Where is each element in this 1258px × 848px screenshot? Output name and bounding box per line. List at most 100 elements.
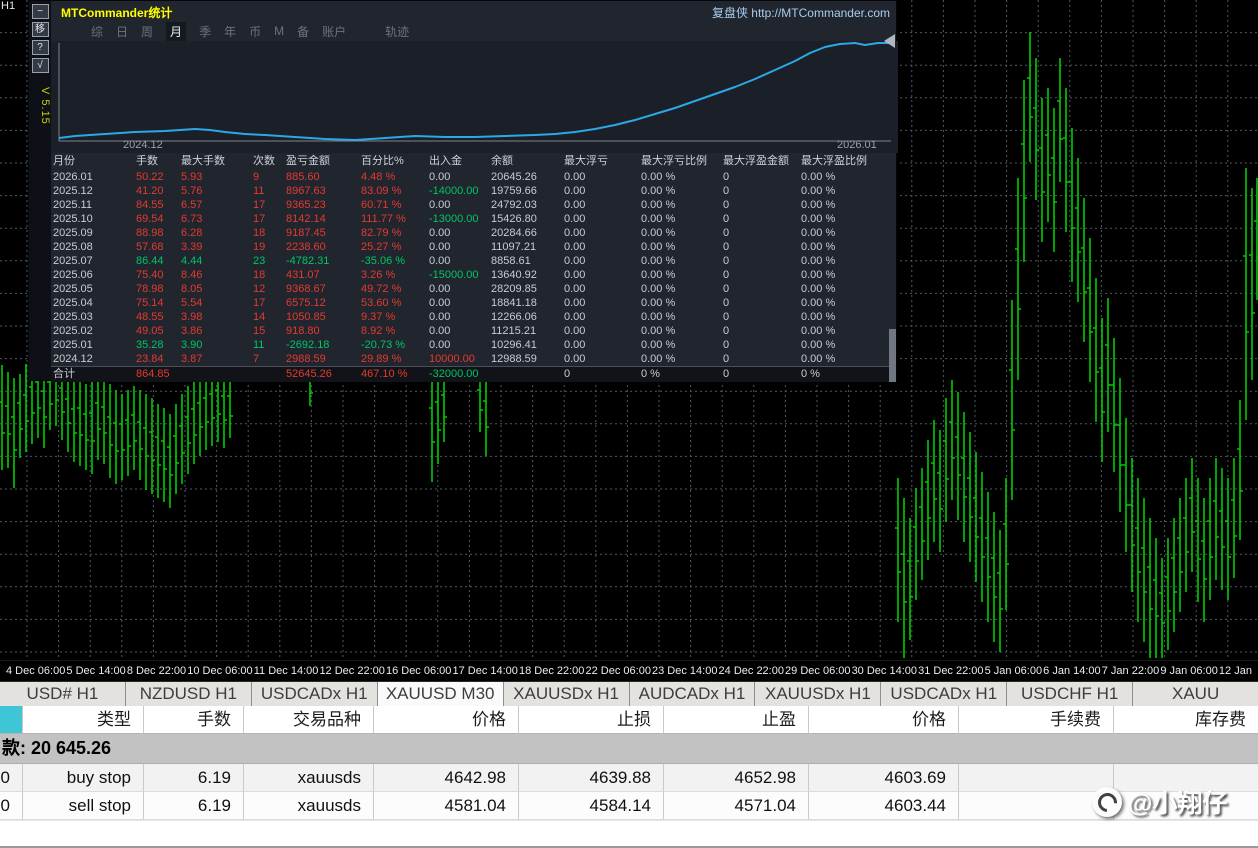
chart-tab-NZDUSD-H1[interactable]: NZDUSD H1 [125,682,251,706]
equity-curve-chart: 2024.12 2026.01 [51,41,898,153]
timeframe-label: H1 [1,0,15,12]
check-button[interactable]: √ [32,58,49,73]
stats-row-2025.08[interactable]: 2025.0857.683.39192238.6025.27 %0.001109… [51,240,896,254]
time-label: 24 Dec 22:00 [719,665,784,677]
time-label: 29 Dec 06:00 [785,665,850,677]
stats-row-2024.12[interactable]: 2024.1223.843.8772988.5929.89 %10000.001… [51,352,896,366]
mt4-screen: H1 − 移 ? √ V 5.15 MTCommander统计 复盘侠 http… [0,0,1258,848]
panel-titlebar: MTCommander统计 复盘侠 http://MTCommander.com [51,1,896,21]
orders-empty-area [0,820,1258,848]
menu-item-1[interactable]: 综 [91,23,103,40]
orders-col-header[interactable]: 手续费 [958,706,1113,734]
panel-button-strip: − 移 ? √ V 5.15 [29,1,51,380]
stats-row-2025.07[interactable]: 2025.0786.444.4423-4782.31-35.06 %0.0088… [51,254,896,268]
chart-tab-XAUUSD-M30[interactable]: XAUUSD M30 [377,682,503,706]
menu-item-8[interactable]: M [274,24,284,38]
time-label: 9 Jan 06:00 [1160,665,1218,677]
stats-header-row[interactable]: 月份手数最大手数次数盈亏金额百分比%出入金余额最大浮亏最大浮亏比例最大浮盈金额最… [51,153,896,170]
stats-row-2025.09[interactable]: 2025.0988.986.28189187.4582.79 %0.002028… [51,226,896,240]
panel-title: MTCommander统计 [61,4,172,21]
time-label: 12 Jan [1219,665,1252,677]
help-button[interactable]: ? [32,40,49,55]
balance-row: 款: 20 645.26 [0,734,1258,764]
time-label: 23 Dec 14:00 [652,665,717,677]
equity-curve-line [59,43,891,140]
chart-tab-USDCADx-H1[interactable]: USDCADx H1 [251,682,377,706]
watermark: @小翔仔 [1092,784,1227,820]
watermark-handle: @小翔仔 [1128,784,1227,820]
orders-header-row: 类型手数交易品种价格止损止盈价格手续费库存费 [0,706,1258,734]
stats-row-2025.02[interactable]: 2025.0249.053.8615918.808.92 %0.0011215.… [51,324,896,338]
panel-menubar: 综日周月季年币M备账户 轨迹 [51,21,896,41]
stats-row-2025.06[interactable]: 2025.0675.408.4618431.073.26 %-15000.001… [51,268,896,282]
menu-item-4[interactable]: 月 [166,22,186,41]
time-label: 22 Dec 06:00 [586,665,651,677]
stats-row-2025.10[interactable]: 2025.1069.546.73178142.14111.77 %-13000.… [51,212,896,226]
equity-curve-svg [51,41,898,153]
minimize-button[interactable]: − [32,4,49,19]
orders-table: 类型手数交易品种价格止损止盈价格手续费库存费 款: 20 645.26 0buy… [0,706,1258,848]
order-row-buy-stop[interactable]: 0buy stop6.19xauusds4642.984639.884652.9… [0,764,1258,792]
menu-item-trail[interactable]: 轨迹 [385,23,409,40]
move-button[interactable]: 移 [32,22,49,37]
time-label: 7 Jan 22:00 [1102,665,1160,677]
chart-tab-USDCHF-H1[interactable]: USDCHF H1 [1006,682,1132,706]
orders-col-header[interactable]: 价格 [808,706,958,734]
stats-row-2025.12[interactable]: 2025.1241.205.76118967.6383.09 %-14000.0… [51,184,896,198]
current-price-arrow-icon [884,34,895,48]
equity-start-label: 2024.12 [123,139,163,151]
time-label: 12 Dec 22:00 [319,665,384,677]
orders-col-header[interactable]: 类型 [22,706,143,734]
orders-col-marker[interactable] [0,706,22,734]
stats-row-2025.03[interactable]: 2025.0348.553.98141050.859.37 %0.0012266… [51,310,896,324]
stats-row-2026.01[interactable]: 2026.0150.225.939885.604.48 %0.0020645.2… [51,170,896,184]
watermark-logo-icon [1092,787,1122,817]
stats-row-2025.04[interactable]: 2025.0475.145.54176575.1253.60 %0.001884… [51,296,896,310]
time-label: 5 Jan 06:00 [985,665,1043,677]
menu-item-6[interactable]: 年 [224,23,236,40]
time-label: 31 Dec 22:00 [918,665,983,677]
monthly-stats-table: 月份手数最大手数次数盈亏金额百分比%出入金余额最大浮亏最大浮亏比例最大浮盈金额最… [51,153,896,382]
chart-tab-XAUUSDx-H1[interactable]: XAUUSDx H1 [503,682,629,706]
time-label: 4 Dec 06:00 [6,665,65,677]
orders-col-header[interactable]: 库存费 [1113,706,1258,734]
time-label: 30 Dec 14:00 [852,665,917,677]
menu-item-10[interactable]: 账户 [322,23,346,40]
menu-item-7[interactable]: 币 [249,23,261,40]
orders-col-header[interactable]: 手数 [143,706,243,734]
chart-tab-AUDCADx-H1[interactable]: AUDCADx H1 [629,682,755,706]
panel-scrollbar[interactable] [889,329,896,382]
stats-panel: − 移 ? √ V 5.15 MTCommander统计 复盘侠 http://… [28,0,897,381]
time-label: 17 Dec 14:00 [452,665,517,677]
orders-col-header[interactable]: 价格 [373,706,518,734]
chart-tab-XAUU[interactable]: XAUU [1132,682,1258,706]
chart-tab-USD-H1[interactable]: USD# H1 [0,682,125,706]
chart-tabs: USD# H1NZDUSD H1USDCADx H1XAUUSD M30XAUU… [0,681,1258,706]
vendor-link[interactable]: 复盘侠 http://MTCommander.com [712,4,890,21]
equity-end-label: 2026.01 [837,139,877,151]
time-label: 16 Dec 06:00 [386,665,451,677]
time-label: 11 Dec 14:00 [254,665,319,677]
chart-tab-USDCADx-H1[interactable]: USDCADx H1 [880,682,1006,706]
menu-item-3[interactable]: 周 [141,23,153,40]
stats-row-2025.01[interactable]: 2025.0135.283.9011-2692.18-20.73 %0.0010… [51,338,896,352]
stats-total-row[interactable]: 合计864.8552645.26467.10 %-32000.0000 %00 … [51,366,896,382]
stats-row-2025.11[interactable]: 2025.1184.556.57179365.2360.71 %0.002479… [51,198,896,212]
time-label: 10 Dec 06:00 [187,665,252,677]
chart-tab-XAUUSDx-H1[interactable]: XAUUSDx H1 [754,682,880,706]
menu-item-5[interactable]: 季 [199,23,211,40]
time-label: 18 Dec 22:00 [519,665,584,677]
version-label: V 5.15 [29,87,51,125]
time-axis[interactable]: 4 Dec 06:005 Dec 14:008 Dec 22:0010 Dec … [0,660,1258,681]
menu-item-2[interactable]: 日 [116,23,128,40]
orders-col-header[interactable]: 止盈 [663,706,808,734]
balance-text: 款: 20 645.26 [2,738,111,758]
time-label: 8 Dec 22:00 [127,665,186,677]
menu-item-9[interactable]: 备 [297,23,309,40]
orders-col-header[interactable]: 止损 [518,706,663,734]
time-label: 6 Jan 14:00 [1043,665,1101,677]
order-row-sell-stop[interactable]: 0sell stop6.19xauusds4581.044584.144571.… [0,792,1258,820]
time-label: 5 Dec 14:00 [66,665,125,677]
orders-col-header[interactable]: 交易品种 [243,706,373,734]
stats-row-2025.05[interactable]: 2025.0578.988.05129368.6749.72 %0.002820… [51,282,896,296]
